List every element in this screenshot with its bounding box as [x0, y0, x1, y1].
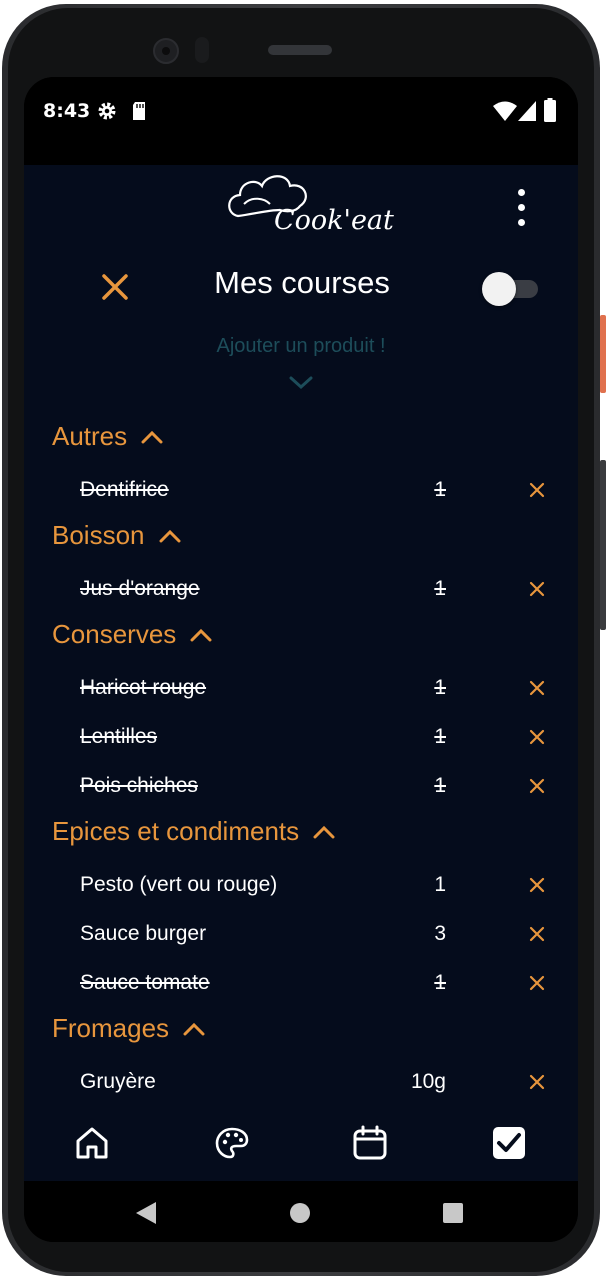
earpiece-speaker: [268, 45, 332, 55]
category-header[interactable]: Fromages: [52, 1013, 205, 1044]
delete-item-icon[interactable]: [529, 1074, 545, 1090]
delete-item-icon[interactable]: [529, 680, 545, 696]
list-item[interactable]: Gruyère 10g: [24, 1062, 578, 1102]
item-quantity: 1: [434, 725, 446, 748]
item-quantity: 3: [434, 922, 446, 945]
item-name: Jus d'orange: [80, 577, 200, 600]
delete-item-icon[interactable]: [529, 877, 545, 893]
checklist-icon[interactable]: [491, 1125, 527, 1161]
power-button: [600, 315, 606, 393]
list-item[interactable]: Haricot rouge 1: [24, 668, 578, 708]
category-header[interactable]: Epices et condiments: [52, 816, 335, 847]
category-header[interactable]: Boisson: [52, 520, 181, 551]
calendar-icon[interactable]: [352, 1125, 388, 1161]
item-name: Pesto (vert ou rouge): [80, 873, 278, 896]
list-item[interactable]: Jus d'orange 1: [24, 569, 578, 609]
gear-icon: [98, 102, 116, 120]
item-quantity: 1: [434, 971, 446, 994]
category-name: Epices et condiments: [52, 816, 300, 846]
chevron-up-icon[interactable]: [313, 825, 335, 839]
page-title: Mes courses: [214, 265, 390, 300]
toggle-switch[interactable]: [482, 272, 539, 306]
list-item[interactable]: Sauce burger 3: [24, 914, 578, 954]
item-name: Gruyère: [80, 1070, 156, 1093]
close-icon[interactable]: [100, 272, 130, 302]
more-menu-icon[interactable]: [512, 189, 530, 229]
delete-item-icon[interactable]: [529, 778, 545, 794]
delete-item-icon[interactable]: [529, 975, 545, 991]
status-bar: 8:43: [24, 77, 578, 165]
chevron-up-icon[interactable]: [190, 628, 212, 642]
category-name: Conserves: [52, 619, 177, 649]
proximity-sensor: [195, 37, 209, 63]
sd-card-icon: [133, 102, 145, 120]
item-quantity: 1: [434, 676, 446, 699]
palette-icon[interactable]: [214, 1125, 250, 1161]
home-circle-icon[interactable]: [290, 1203, 310, 1223]
app-logo-text: Cook'eat: [274, 205, 394, 236]
category-name: Boisson: [52, 520, 145, 550]
back-icon[interactable]: [136, 1202, 156, 1224]
chevron-up-icon[interactable]: [159, 529, 181, 543]
system-nav-bar: [24, 1181, 578, 1242]
chevron-up-icon[interactable]: [183, 1022, 205, 1036]
item-name: Sauce burger: [80, 922, 207, 945]
item-quantity: 1: [434, 577, 446, 600]
screen: 8:43 Cook'eat Mes courses Ajouter un pro…: [24, 77, 578, 1242]
item-name: Pois chiches: [80, 774, 198, 797]
category-name: Autres: [52, 421, 128, 451]
item-quantity: 10g: [410, 1070, 446, 1093]
battery-icon: [544, 98, 556, 122]
item-name: Haricot rouge: [80, 676, 207, 699]
chevron-down-icon[interactable]: [289, 375, 313, 391]
home-icon[interactable]: [74, 1125, 110, 1161]
front-camera: [153, 38, 179, 64]
signal-icon: [518, 101, 536, 121]
add-product-button[interactable]: Ajouter un produit !: [144, 335, 458, 358]
item-name: Lentilles: [80, 725, 158, 748]
list-item[interactable]: Dentifrice 1: [24, 470, 578, 510]
delete-item-icon[interactable]: [529, 581, 545, 597]
recents-icon[interactable]: [443, 1203, 463, 1223]
item-quantity: 1: [434, 478, 446, 501]
delete-item-icon[interactable]: [529, 729, 545, 745]
list-item[interactable]: Lentilles 1: [24, 717, 578, 757]
category-header[interactable]: Conserves: [52, 619, 212, 650]
category-name: Fromages: [52, 1013, 170, 1043]
status-time: 8:43: [43, 100, 91, 122]
item-quantity: 1: [434, 873, 446, 896]
category-header[interactable]: Autres: [52, 421, 163, 452]
list-item[interactable]: Pesto (vert ou rouge) 1: [24, 865, 578, 905]
item-name: Sauce tomate: [80, 971, 210, 994]
wifi-icon: [493, 101, 517, 121]
list-item[interactable]: Sauce tomate 1: [24, 963, 578, 1003]
volume-button: [600, 460, 606, 630]
toggle-thumb: [482, 272, 516, 306]
delete-item-icon[interactable]: [529, 926, 545, 942]
chevron-up-icon[interactable]: [141, 430, 163, 444]
delete-item-icon[interactable]: [529, 482, 545, 498]
item-quantity: 1: [434, 774, 446, 797]
item-name: Dentifrice: [80, 478, 169, 501]
list-item[interactable]: Pois chiches 1: [24, 766, 578, 806]
app-screen: Cook'eat Mes courses Ajouter un produit …: [24, 165, 578, 1181]
